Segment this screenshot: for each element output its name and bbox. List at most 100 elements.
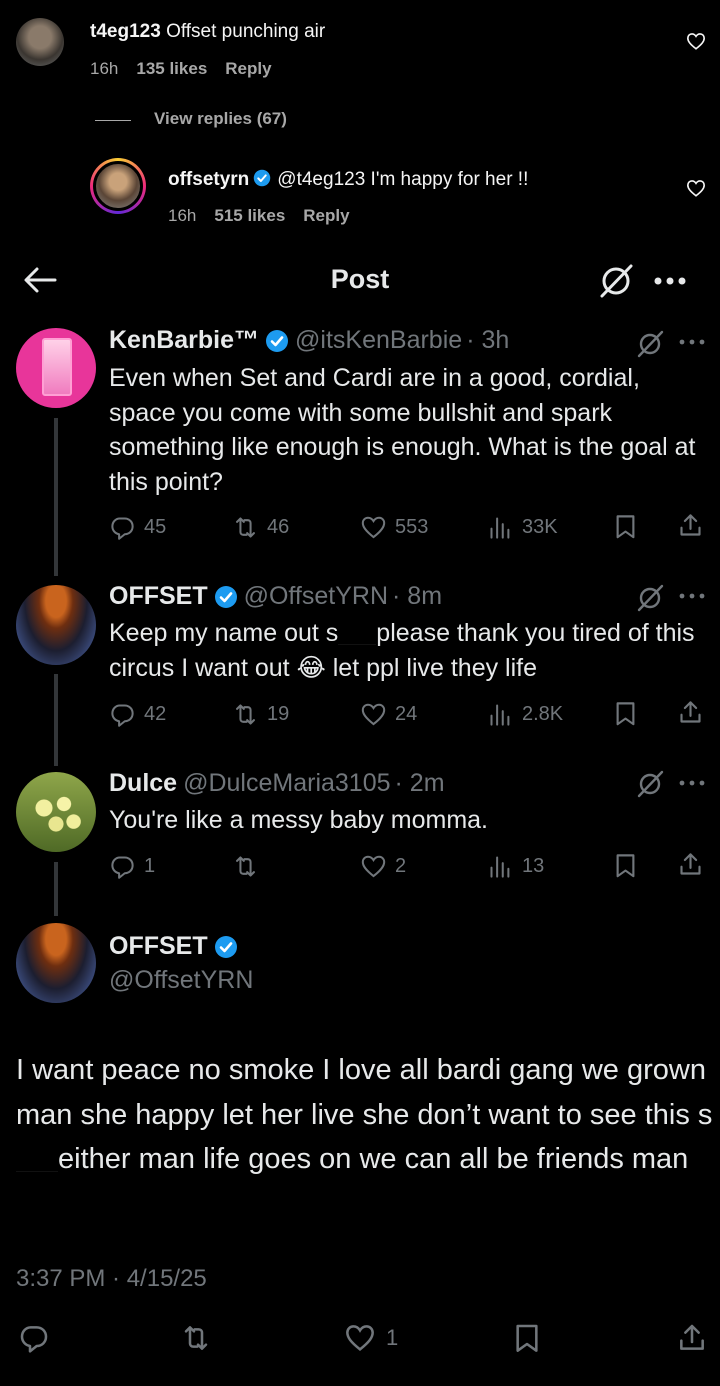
comment-username[interactable]: t4eg123 [90, 21, 161, 42]
like-heart-icon [361, 855, 386, 877]
reply-button[interactable]: 42 [109, 699, 166, 729]
like-button[interactable]: 24 [360, 699, 417, 729]
repost-button[interactable]: 46 [232, 512, 289, 542]
view-replies-button[interactable]: View replies (67) [154, 109, 287, 129]
repost-button[interactable] [180, 1320, 212, 1356]
share-icon[interactable] [677, 699, 704, 726]
reply-likes[interactable]: 515 likes [214, 206, 285, 226]
comment-text-line: t4eg123 Offset punching air [90, 21, 325, 43]
like-heart-icon [361, 516, 386, 538]
like-button[interactable]: 553 [360, 512, 428, 542]
handle[interactable]: @itsKenBarbie [295, 326, 462, 355]
handle[interactable]: @DulceMaria3105 [183, 769, 390, 798]
bookmark-icon[interactable] [612, 852, 639, 879]
tweet-text: Keep my name out s please thank you tired… [109, 616, 699, 685]
avatar[interactable] [16, 585, 96, 665]
comment-time: 16h [90, 59, 119, 78]
reply-count: 1 [144, 854, 156, 877]
handle[interactable]: @OffsetYRN [109, 966, 253, 995]
tweet-actions: 42 19 24 2.8K [0, 699, 720, 729]
avatar[interactable] [16, 328, 96, 408]
like-count: 553 [395, 515, 429, 538]
grok-icon[interactable] [636, 330, 664, 358]
like-count: 24 [395, 702, 418, 725]
reply-time: 16h [168, 206, 197, 225]
avatar[interactable] [16, 923, 96, 1003]
reply-avatar-story-ring[interactable] [90, 158, 146, 214]
reply-count: 45 [144, 515, 167, 538]
reply-button[interactable] [18, 1320, 50, 1356]
time: · 2m [394, 769, 445, 797]
reply-icon [111, 703, 134, 727]
reply-button[interactable]: 45 [109, 512, 166, 542]
more-options-icon[interactable] [678, 338, 706, 346]
reply-meta: 16h 515 likes Reply [168, 206, 350, 226]
share-icon[interactable] [677, 512, 704, 539]
repost-count: 46 [267, 515, 290, 538]
verified-badge-icon [214, 935, 237, 958]
reply-like-heart-icon[interactable] [686, 179, 706, 197]
verified-badge-icon [266, 329, 289, 352]
views-chart-icon [490, 516, 510, 539]
repost-button[interactable] [232, 851, 267, 881]
handle[interactable]: @OffsetYRN [244, 582, 388, 611]
repost-icon [236, 516, 255, 538]
more-options-icon[interactable] [678, 779, 706, 787]
reply-icon [111, 855, 134, 879]
display-name[interactable]: KenBarbie™ [109, 326, 259, 355]
share-button[interactable] [676, 1320, 708, 1356]
like-button[interactable]: 1 [344, 1320, 398, 1356]
verified-badge-icon [254, 169, 271, 187]
tweet-text-part: Keep my name out s [109, 619, 339, 647]
views-button[interactable]: 13 [487, 851, 544, 881]
display-name[interactable]: Dulce [109, 769, 177, 798]
thread-connector [54, 418, 58, 576]
reply-button[interactable]: 1 [109, 851, 155, 881]
repost-icon [236, 703, 255, 725]
views-count: 33K [522, 515, 558, 538]
avatar[interactable] [16, 772, 96, 852]
comment-reply-button[interactable]: Reply [225, 59, 271, 79]
view-replies-line [95, 120, 131, 121]
commenter-avatar[interactable] [16, 18, 64, 66]
repost-button[interactable]: 19 [232, 699, 289, 729]
views-count: 2.8K [522, 702, 564, 725]
tweet-text: Even when Set and Cardi are in a good, c… [109, 364, 696, 496]
like-heart-icon [361, 703, 386, 725]
like-count: 1 [386, 1325, 399, 1350]
comment-like-heart-icon[interactable] [686, 32, 706, 50]
views-button[interactable]: 2.8K [487, 699, 563, 729]
reply-body: @t4eg123 I'm happy for her !! [277, 169, 529, 190]
share-icon[interactable] [677, 851, 704, 878]
tweet-header: OFFSET @OffsetYRN · 8m [109, 582, 442, 611]
grok-icon[interactable] [636, 770, 664, 798]
reply-username[interactable]: offsetyrn [168, 169, 249, 190]
grok-icon[interactable] [598, 263, 634, 299]
more-options-icon[interactable] [653, 276, 687, 286]
post-text-part: either man life goes on we can all be fr… [58, 1143, 689, 1175]
comment-likes[interactable]: 135 likes [136, 59, 207, 79]
display-name[interactable]: OFFSET [109, 582, 208, 611]
bookmark-icon[interactable] [612, 700, 639, 727]
censor-block [338, 619, 377, 645]
views-button[interactable]: 33K [487, 512, 558, 542]
bookmark-button[interactable] [511, 1320, 543, 1356]
tweet-header: KenBarbie™ @itsKenBarbie · 3h [109, 326, 509, 355]
reply-reply-button[interactable]: Reply [303, 206, 349, 226]
tweet-text: You're like a messy baby momma. [109, 806, 489, 834]
time: · 8m [392, 582, 443, 610]
like-button[interactable]: 2 [360, 851, 406, 881]
repost-count: 19 [267, 702, 290, 725]
main-post-text: I want peace no smoke I love all bardi g… [16, 1048, 716, 1182]
share-icon [680, 1324, 704, 1350]
tweet-actions: 1 2 13 [0, 851, 720, 881]
like-count: 2 [395, 854, 407, 877]
post-timestamp[interactable]: 3:37 PM · 4/15/25 [16, 1265, 207, 1293]
repost-icon [184, 1326, 208, 1350]
reply-icon [20, 1326, 48, 1353]
display-name[interactable]: OFFSET [109, 932, 208, 961]
more-options-icon[interactable] [678, 592, 706, 600]
bookmark-icon[interactable] [612, 513, 639, 540]
grok-icon[interactable] [636, 584, 664, 612]
reply-text-line: offsetyrn @t4eg123 I'm happy for her !! [168, 169, 528, 191]
